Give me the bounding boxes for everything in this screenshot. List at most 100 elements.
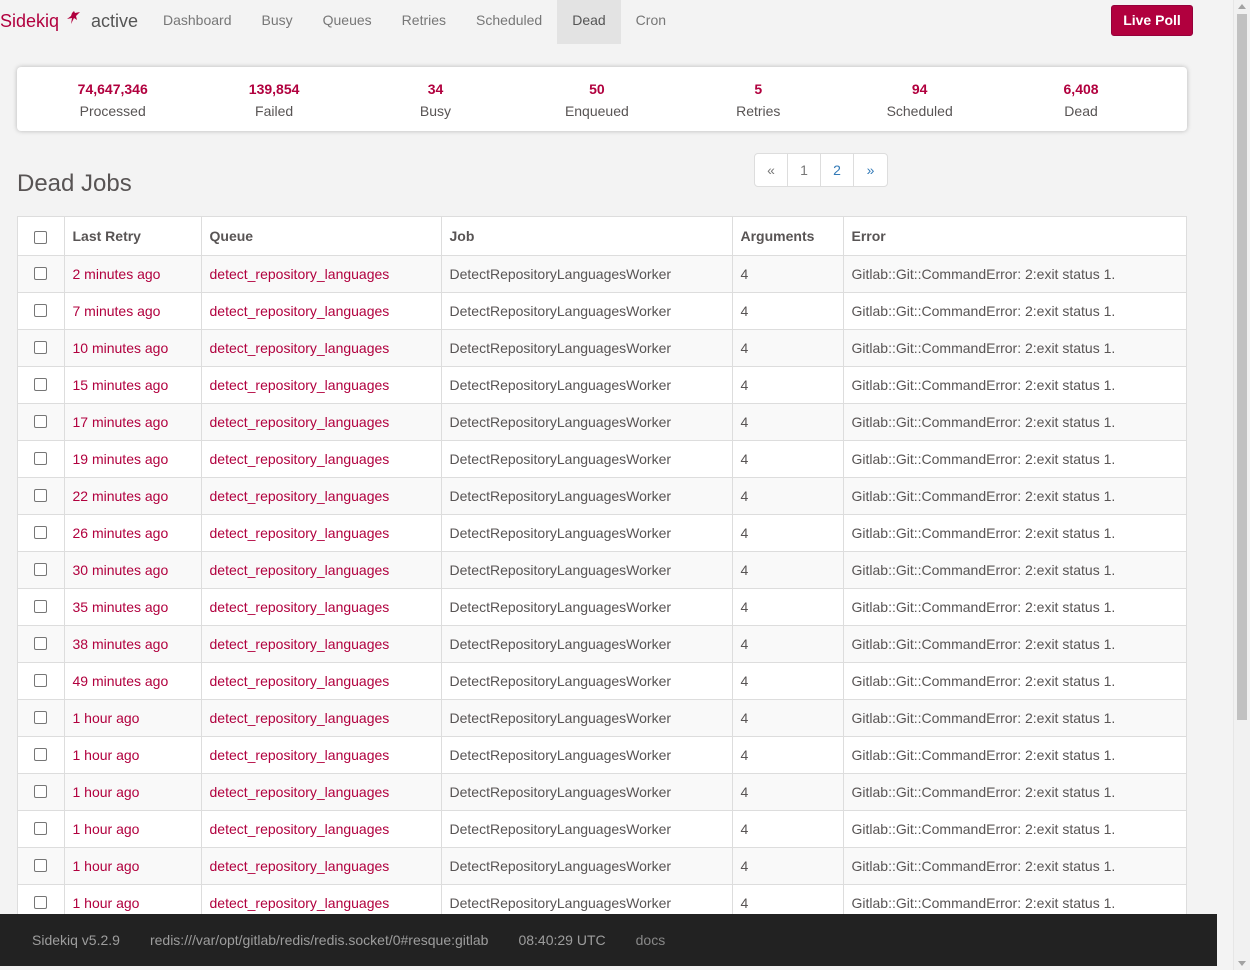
queue-link[interactable]: detect_repository_languages bbox=[210, 488, 390, 504]
pagination-page-1[interactable]: 1 bbox=[788, 154, 821, 186]
queue-link[interactable]: detect_repository_languages bbox=[210, 340, 390, 356]
error-cell: Gitlab::Git::CommandError: 2:exit status… bbox=[842, 402, 1186, 441]
last-retry-link[interactable]: 2 minutes ago bbox=[73, 266, 161, 282]
job-cell: DetectRepositoryLanguagesWorker bbox=[440, 587, 733, 626]
row-select-cell bbox=[18, 624, 65, 663]
stat-retries[interactable]: 5 Retries bbox=[678, 67, 839, 131]
row-checkbox[interactable] bbox=[34, 785, 47, 799]
row-checkbox[interactable] bbox=[34, 304, 47, 318]
row-checkbox[interactable] bbox=[34, 563, 47, 577]
last-retry-link[interactable]: 10 minutes ago bbox=[73, 340, 169, 356]
job-cell: DetectRepositoryLanguagesWorker bbox=[440, 254, 733, 293]
row-checkbox[interactable] bbox=[34, 748, 47, 762]
row-checkbox[interactable] bbox=[34, 452, 47, 466]
queue-link[interactable]: detect_repository_languages bbox=[210, 821, 390, 837]
queue-link[interactable]: detect_repository_languages bbox=[210, 747, 390, 763]
last-retry-link[interactable]: 19 minutes ago bbox=[73, 451, 169, 467]
nav-retries[interactable]: Retries bbox=[387, 0, 461, 44]
last-retry-link[interactable]: 35 minutes ago bbox=[73, 599, 169, 615]
queue-link[interactable]: detect_repository_languages bbox=[210, 414, 390, 430]
row-checkbox[interactable] bbox=[34, 674, 47, 688]
queue-link[interactable]: detect_repository_languages bbox=[210, 303, 390, 319]
nav-busy[interactable]: Busy bbox=[247, 0, 308, 44]
last-retry-link[interactable]: 1 hour ago bbox=[73, 895, 140, 911]
row-checkbox[interactable] bbox=[34, 489, 47, 503]
last-retry-link[interactable]: 1 hour ago bbox=[73, 747, 140, 763]
row-checkbox[interactable] bbox=[34, 822, 47, 836]
brand-link[interactable]: Sidekiq active bbox=[0, 6, 138, 36]
last-retry-link[interactable]: 1 hour ago bbox=[73, 784, 140, 800]
last-retry-link[interactable]: 38 minutes ago bbox=[73, 636, 169, 652]
last-retry-link[interactable]: 7 minutes ago bbox=[73, 303, 161, 319]
last-retry-link[interactable]: 22 minutes ago bbox=[73, 488, 169, 504]
table-row: 26 minutes ago detect_repository_language… bbox=[18, 513, 1186, 552]
stat-count: 5 bbox=[754, 81, 763, 97]
stat-failed[interactable]: 139,854 Failed bbox=[193, 67, 354, 131]
live-poll-button[interactable]: Live Poll bbox=[1111, 5, 1193, 36]
row-checkbox[interactable] bbox=[34, 859, 47, 873]
nav-queues[interactable]: Queues bbox=[308, 0, 387, 44]
queue-link[interactable]: detect_repository_languages bbox=[210, 710, 390, 726]
last-retry-cell: 19 minutes ago bbox=[63, 439, 202, 478]
queue-link[interactable]: detect_repository_languages bbox=[210, 784, 390, 800]
row-checkbox[interactable] bbox=[34, 896, 47, 910]
arguments-cell: 4 bbox=[731, 476, 844, 515]
row-checkbox[interactable] bbox=[34, 526, 47, 540]
pagination-prev[interactable]: « bbox=[755, 154, 788, 186]
pagination-page-2[interactable]: 2 bbox=[821, 154, 854, 186]
last-retry-link[interactable]: 1 hour ago bbox=[73, 858, 140, 874]
arguments-cell: 4 bbox=[731, 624, 844, 663]
stat-label: Failed bbox=[255, 103, 294, 119]
row-checkbox[interactable] bbox=[34, 600, 47, 614]
row-select-cell bbox=[18, 809, 65, 848]
stat-label: Enqueued bbox=[564, 103, 629, 119]
row-checkbox[interactable] bbox=[34, 415, 47, 429]
last-retry-link[interactable]: 15 minutes ago bbox=[73, 377, 169, 393]
stat-dead[interactable]: 6,408 Dead bbox=[1000, 67, 1161, 131]
last-retry-link[interactable]: 26 minutes ago bbox=[73, 525, 169, 541]
footer-time: 08:40:29 UTC bbox=[518, 932, 606, 948]
select-all-checkbox[interactable] bbox=[34, 231, 47, 245]
arguments-cell: 4 bbox=[731, 291, 844, 330]
last-retry-link[interactable]: 49 minutes ago bbox=[73, 673, 169, 689]
nav-scheduled[interactable]: Scheduled bbox=[461, 0, 557, 44]
queue-link[interactable]: detect_repository_languages bbox=[210, 673, 390, 689]
last-retry-cell: 1 hour ago bbox=[63, 735, 202, 774]
last-retry-cell: 26 minutes ago bbox=[63, 513, 202, 552]
main-nav: Dashboard Busy Queues Retries Scheduled … bbox=[148, 0, 681, 44]
stat-enqueued[interactable]: 50 Enqueued bbox=[516, 67, 677, 131]
row-checkbox[interactable] bbox=[34, 378, 47, 392]
queue-link[interactable]: detect_repository_languages bbox=[210, 858, 390, 874]
nav-cron[interactable]: Cron bbox=[621, 0, 681, 44]
scroll-down-arrow-icon[interactable] bbox=[1238, 961, 1246, 966]
last-retry-link[interactable]: 17 minutes ago bbox=[73, 414, 169, 430]
stat-busy[interactable]: 34 Busy bbox=[355, 67, 516, 131]
scroll-up-arrow-icon[interactable] bbox=[1238, 4, 1246, 9]
table-row: 17 minutes ago detect_repository_language… bbox=[18, 402, 1186, 441]
footer-docs-link[interactable]: docs bbox=[636, 932, 696, 948]
last-retry-link[interactable]: 30 minutes ago bbox=[73, 562, 169, 578]
row-checkbox[interactable] bbox=[34, 267, 47, 281]
stat-processed[interactable]: 74,647,346 Processed bbox=[32, 67, 193, 131]
scrollbar-thumb[interactable] bbox=[1237, 14, 1247, 720]
queue-link[interactable]: detect_repository_languages bbox=[210, 525, 390, 541]
queue-link[interactable]: detect_repository_languages bbox=[210, 895, 390, 911]
queue-link[interactable]: detect_repository_languages bbox=[210, 451, 390, 467]
last-retry-link[interactable]: 1 hour ago bbox=[73, 821, 140, 837]
queue-link[interactable]: detect_repository_languages bbox=[210, 266, 390, 282]
row-checkbox[interactable] bbox=[34, 341, 47, 355]
queue-link[interactable]: detect_repository_languages bbox=[210, 377, 390, 393]
stat-scheduled[interactable]: 94 Scheduled bbox=[839, 67, 1000, 131]
row-checkbox[interactable] bbox=[34, 711, 47, 725]
col-job: Job bbox=[440, 217, 733, 256]
row-checkbox[interactable] bbox=[34, 637, 47, 651]
queue-link[interactable]: detect_repository_languages bbox=[210, 636, 390, 652]
last-retry-link[interactable]: 1 hour ago bbox=[73, 710, 140, 726]
queue-link[interactable]: detect_repository_languages bbox=[210, 599, 390, 615]
vertical-scrollbar[interactable] bbox=[1233, 0, 1250, 970]
error-cell: Gitlab::Git::CommandError: 2:exit status… bbox=[842, 513, 1186, 552]
nav-dead[interactable]: Dead bbox=[557, 0, 621, 44]
queue-link[interactable]: detect_repository_languages bbox=[210, 562, 390, 578]
pagination-next[interactable]: » bbox=[854, 154, 887, 186]
nav-dashboard[interactable]: Dashboard bbox=[148, 0, 247, 44]
